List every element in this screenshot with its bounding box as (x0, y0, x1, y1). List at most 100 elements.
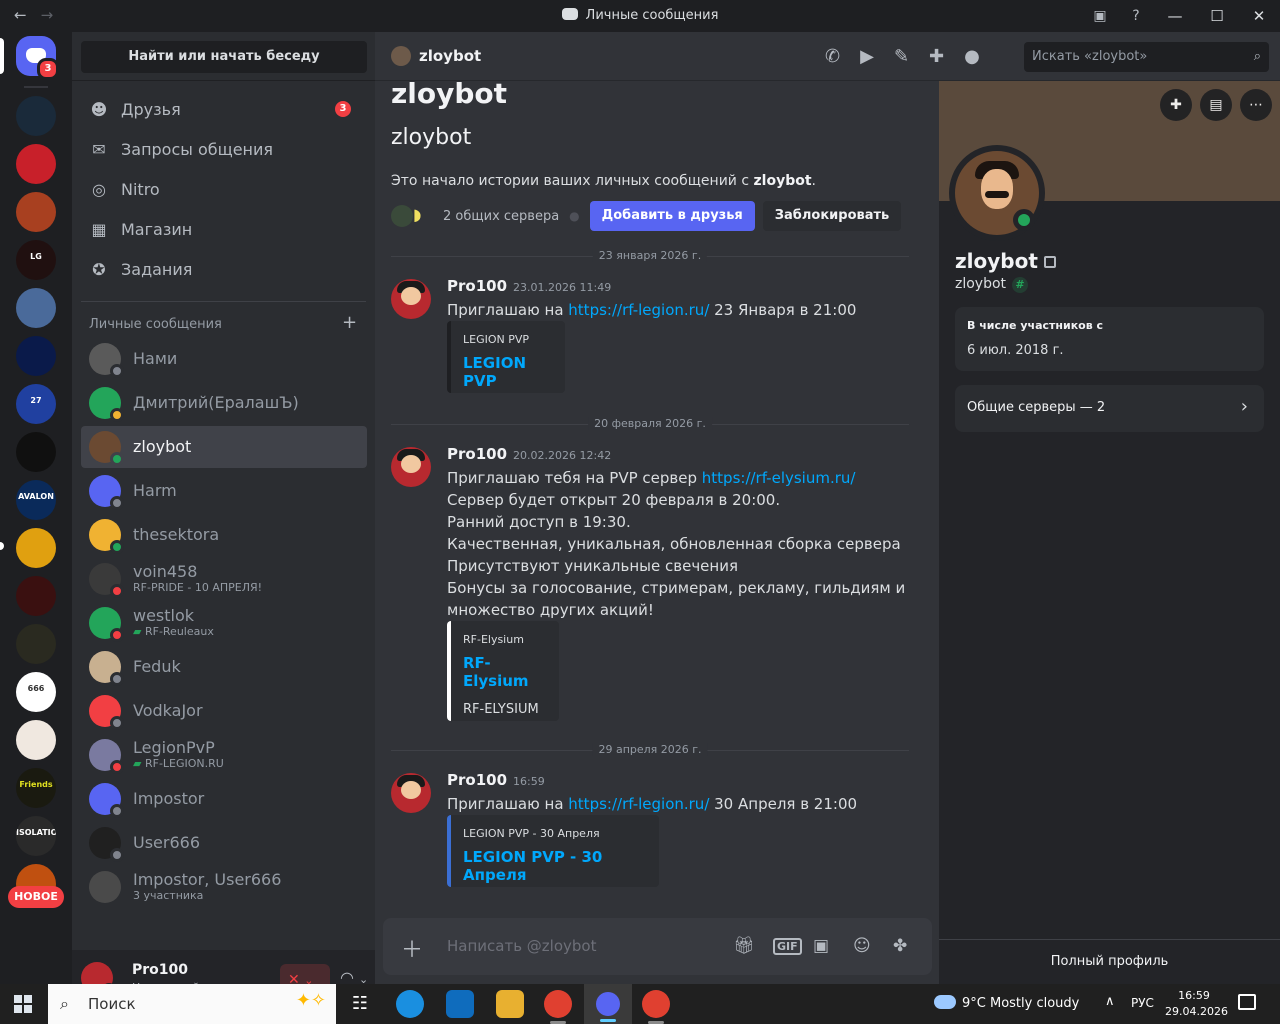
server-icon[interactable] (16, 144, 56, 184)
pin-icon[interactable]: ✎ (894, 46, 909, 67)
maximize-button[interactable]: ☐ (1196, 7, 1238, 25)
embed-title[interactable]: RF-Elysium (463, 654, 547, 690)
create-dm-icon[interactable]: + (342, 312, 357, 333)
search-icon: ⌕ (1253, 49, 1261, 64)
task-view-icon[interactable]: ☷ (346, 990, 374, 1018)
server-icon[interactable] (16, 192, 56, 232)
server-icon[interactable] (16, 288, 56, 328)
voice-call-icon[interactable]: ✆ (825, 46, 840, 67)
outlook-icon[interactable] (446, 990, 474, 1018)
message-body: Приглашаю на https://rf-legion.ru/ 23 Ян… (447, 299, 856, 321)
chrome-profile-icon[interactable] (642, 990, 670, 1024)
server-icon[interactable] (16, 624, 56, 664)
gif-icon[interactable]: GIF (773, 938, 802, 955)
notifications-icon[interactable] (1238, 994, 1256, 1010)
add-friend-button[interactable]: Добавить в друзья (589, 201, 755, 231)
help-icon[interactable]: ? (1118, 8, 1154, 24)
server-icon[interactable]: 27 (16, 384, 56, 424)
dm-item[interactable]: voin458 RF-PRIDE - 10 АПРЕЛЯ! (81, 558, 367, 600)
server-icon[interactable]: ISOLATION (16, 816, 56, 856)
video-call-icon[interactable]: ▶ (860, 46, 874, 67)
mutual-servers-card[interactable]: Общие серверы — 2 › (955, 385, 1264, 432)
dm-name: voin458 (133, 562, 198, 581)
dm-item[interactable]: Impostor, User666 3 участника (81, 866, 367, 908)
header-name[interactable]: zloybot (419, 47, 481, 65)
new-badge[interactable]: НОВОЕ (8, 886, 64, 908)
dm-item[interactable]: Feduk (81, 646, 367, 688)
server-icon[interactable] (16, 432, 56, 472)
embed-title[interactable]: LEGION PVP (463, 354, 553, 390)
chrome-icon[interactable] (544, 990, 572, 1024)
server-icon[interactable] (16, 576, 56, 616)
dm-item[interactable]: thesektora (81, 514, 367, 556)
dm-item[interactable]: zloybot (81, 426, 367, 468)
embed-title[interactable]: LEGION PVP - 30 Апреля (463, 848, 647, 884)
discord-logo-icon (596, 992, 620, 1016)
common-servers-link[interactable]: 2 общих сервера (443, 209, 559, 224)
apps-icon[interactable]: ✤ (893, 936, 907, 956)
dm-avatar (89, 475, 124, 510)
dm-item[interactable]: Impostor (81, 778, 367, 820)
windows-start-icon[interactable] (14, 995, 32, 1013)
add-friends-to-dm-icon[interactable]: ✚ (929, 46, 944, 67)
message-avatar[interactable] (391, 773, 431, 813)
server-icon[interactable] (16, 528, 56, 568)
server-icon[interactable] (16, 336, 56, 376)
full-profile-button[interactable]: Полный профиль (939, 939, 1280, 984)
dm-item[interactable]: VodkaJor (81, 690, 367, 732)
nav-item-nitro[interactable]: ◎ Nitro (81, 169, 367, 209)
block-button[interactable]: Заблокировать (762, 201, 902, 231)
dm-item[interactable]: User666 (81, 822, 367, 864)
more-options-icon[interactable]: ⋯ (1240, 89, 1272, 121)
add-friend-icon[interactable]: ✚ (1160, 89, 1192, 121)
server-icon[interactable] (16, 720, 56, 760)
server-icon[interactable]: AVALON (16, 480, 56, 520)
file-explorer-icon[interactable] (496, 990, 524, 1018)
dm-item[interactable]: Нами (81, 338, 367, 380)
upload-plus-icon[interactable]: ＋ (401, 932, 423, 964)
edge-icon[interactable] (396, 990, 424, 1018)
server-icon[interactable]: Friends (16, 768, 56, 808)
dm-item[interactable]: LegionPvP ▰ RF-LEGION.RU (81, 734, 367, 776)
message-line: Приглашаю на https://rf-legion.ru/ 30 Ап… (447, 793, 857, 815)
tray-chevron-icon[interactable]: ∧ (1105, 994, 1115, 1009)
dm-item[interactable]: westlok ▰ RF-Reuleaux (81, 602, 367, 644)
message-input[interactable]: Написать @zloybot (447, 937, 597, 955)
message-author-name[interactable]: Pro100 (447, 445, 507, 463)
close-button[interactable]: ✕ (1238, 7, 1280, 25)
forward-arrow-icon[interactable]: → (41, 6, 54, 24)
emoji-icon[interactable]: ☺ (853, 936, 871, 956)
message-link[interactable]: https://rf-legion.ru/ (568, 795, 709, 813)
input-language[interactable]: РУС (1131, 996, 1154, 1010)
discord-taskbar-icon[interactable] (584, 984, 632, 1024)
server-icon[interactable]: 666 (16, 672, 56, 712)
taskbar-search[interactable]: ⌕ Поиск ✦✧ (48, 984, 336, 1024)
message-composer[interactable]: ＋ Написать @zloybot 🎁︎ GIF ▣ ☺ ✤ (383, 918, 932, 975)
nav-item-mail[interactable]: ✉ Запросы общения (81, 129, 367, 169)
dm-item[interactable]: Harm (81, 470, 367, 512)
nav-item-shop[interactable]: ▦ Магазин (81, 209, 367, 249)
clock[interactable]: 16:59 29.04.2026 (1165, 988, 1228, 1020)
nav-item-quests[interactable]: ✪ Задания (81, 249, 367, 289)
gift-icon[interactable]: ▤ (1200, 89, 1232, 121)
message-avatar[interactable] (391, 447, 431, 487)
back-arrow-icon[interactable]: ← (14, 6, 27, 24)
message-link[interactable]: https://rf-legion.ru/ (568, 301, 709, 319)
server-icon[interactable] (16, 96, 56, 136)
message-author-name[interactable]: Pro100 (447, 771, 507, 789)
weather-widget[interactable]: 9°C Mostly cloudy (934, 995, 1079, 1011)
user-profile-icon[interactable]: ● (964, 46, 980, 67)
message-author-name[interactable]: Pro100 (447, 277, 507, 295)
find-conversation-button[interactable]: Найти или начать беседу (81, 41, 367, 73)
nav-item-friends[interactable]: ☻ Друзья 3 (81, 89, 367, 129)
message-avatar[interactable] (391, 279, 431, 319)
search-input[interactable]: Искать «zloybot» ⌕ (1024, 42, 1269, 72)
inbox-icon[interactable]: ▣ (1082, 8, 1118, 24)
server-icon[interactable]: LG (16, 240, 56, 280)
dm-item[interactable]: Дмитрий(ЕралашЪ) (81, 382, 367, 424)
gift-icon[interactable]: 🎁︎ (733, 936, 755, 956)
gamepad-icon: ▰ (133, 757, 145, 770)
minimize-button[interactable]: — (1154, 7, 1196, 25)
message-link[interactable]: https://rf-elysium.ru/ (702, 469, 856, 487)
sticker-icon[interactable]: ▣ (813, 936, 829, 956)
